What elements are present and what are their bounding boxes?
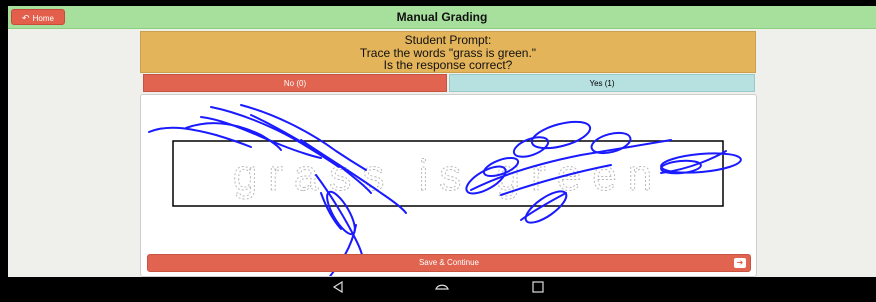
page-title: Manual Grading: [396, 10, 488, 24]
ink-stroke: [148, 126, 252, 148]
android-nav-bar: [0, 277, 876, 297]
save-continue-button[interactable]: Save & Continue ➜: [147, 254, 751, 272]
drawing-canvas[interactable]: grass is green: [140, 94, 757, 282]
yes-button[interactable]: Yes (1): [449, 74, 755, 92]
ink-stroke: [185, 122, 282, 151]
home-button[interactable]: ↶ Home: [11, 9, 65, 25]
trace-text: grass is green: [233, 151, 663, 200]
recents-icon[interactable]: [518, 277, 558, 297]
student-prompt: Student Prompt: Trace the words "grass i…: [140, 31, 756, 73]
app-frame: Manual Grading ↶ Home Student Prompt: Tra…: [8, 6, 876, 282]
home-label: Home: [32, 14, 54, 23]
ink-loop: [530, 120, 592, 150]
prompt-line-1: Student Prompt:: [404, 33, 492, 47]
back-arrow-icon: ↶: [22, 13, 30, 23]
save-label: Save & Continue: [418, 258, 480, 267]
drawing-svg[interactable]: grass is green: [141, 95, 756, 282]
home-icon[interactable]: [422, 277, 462, 297]
prompt-line-3: Is the response correct?: [383, 58, 513, 72]
back-icon[interactable]: [318, 277, 358, 297]
header-bar: Manual Grading ↶ Home: [8, 6, 876, 29]
no-button[interactable]: No (0): [143, 74, 447, 92]
right-arrow-icon: ➜: [734, 258, 746, 268]
